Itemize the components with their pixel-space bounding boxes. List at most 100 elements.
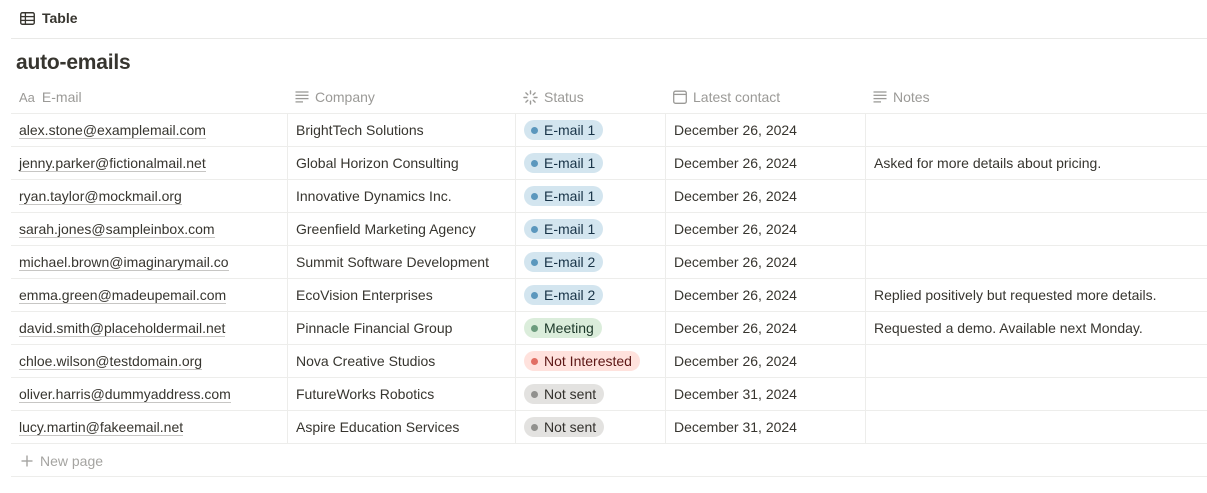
database-title[interactable]: auto-emails [16,51,131,75]
company-cell[interactable]: Greenfield Marketing Agency [287,213,515,245]
email-cell[interactable]: jenny.parker@fictionalmail.net [11,147,287,179]
table-row[interactable]: lucy.martin@fakeemail.net Aspire Educatio… [11,411,1207,444]
new-page-button[interactable]: New page [11,446,1207,477]
email-cell[interactable]: chloe.wilson@testdomain.org [11,345,287,377]
status-label: Not sent [544,419,597,435]
latest-contact-cell[interactable]: December 26, 2024 [665,213,865,245]
status-badge[interactable]: Not sent [524,384,605,404]
email-cell[interactable]: emma.green@madeupemail.com [11,279,287,311]
table-row[interactable]: david.smith@placeholdermail.net Pinnacle … [11,312,1207,345]
table-row[interactable]: jenny.parker@fictionalmail.net Global Hor… [11,147,1207,180]
status-badge[interactable]: Meeting [524,318,602,338]
table-row[interactable]: alex.stone@examplemail.com BrightTech Sol… [11,114,1207,147]
email-link[interactable]: david.smith@placeholdermail.net [19,320,226,337]
latest-contact-cell[interactable]: December 31, 2024 [665,411,865,443]
company-text: EcoVision Enterprises [296,287,433,303]
company-cell[interactable]: Pinnacle Financial Group [287,312,515,344]
company-cell[interactable]: Summit Software Development [287,246,515,278]
latest-contact-cell[interactable]: December 31, 2024 [665,378,865,410]
status-cell[interactable]: Not sent [515,411,665,443]
status-badge[interactable]: E-mail 1 [524,219,604,239]
table-row[interactable]: chloe.wilson@testdomain.org Nova Creative… [11,345,1207,378]
latest-contact-cell[interactable]: December 26, 2024 [665,312,865,344]
text-property-icon [873,91,887,103]
status-badge[interactable]: E-mail 1 [524,153,604,173]
status-cell[interactable]: Meeting [515,312,665,344]
company-cell[interactable]: EcoVision Enterprises [287,279,515,311]
new-page-label: New page [40,453,104,469]
notes-cell[interactable] [865,345,1207,377]
email-link[interactable]: michael.brown@imaginarymail.co [19,254,229,271]
status-cell[interactable]: E-mail 1 [515,147,665,179]
email-cell[interactable]: david.smith@placeholdermail.net [11,312,287,344]
status-cell[interactable]: E-mail 2 [515,279,665,311]
status-cell[interactable]: Not Interested [515,345,665,377]
table-row[interactable]: emma.green@madeupemail.com EcoVision Ente… [11,279,1207,312]
email-link[interactable]: lucy.martin@fakeemail.net [19,419,184,436]
status-badge[interactable]: Not sent [524,417,605,437]
column-header-latest-contact[interactable]: Latest contact [665,81,865,113]
status-cell[interactable]: E-mail 1 [515,213,665,245]
email-cell[interactable]: lucy.martin@fakeemail.net [11,411,287,443]
email-cell[interactable]: ryan.taylor@mockmail.org [11,180,287,212]
status-badge[interactable]: E-mail 2 [524,285,604,305]
notes-cell[interactable] [865,246,1207,278]
status-badge[interactable]: Not Interested [524,351,640,371]
column-header-notes[interactable]: Notes [865,81,1207,113]
notes-cell[interactable] [865,180,1207,212]
notes-cell[interactable] [865,411,1207,443]
latest-contact-cell[interactable]: December 26, 2024 [665,114,865,146]
status-dot-icon [531,126,538,134]
status-cell[interactable]: Not sent [515,378,665,410]
table-row[interactable]: oliver.harris@dummyaddress.com FutureWork… [11,378,1207,411]
latest-contact-cell[interactable]: December 26, 2024 [665,246,865,278]
company-cell[interactable]: Innovative Dynamics Inc. [287,180,515,212]
notes-cell[interactable]: Asked for more details about pricing. [865,147,1207,179]
table-row[interactable]: ryan.taylor@mockmail.org Innovative Dynam… [11,180,1207,213]
table-icon [20,11,35,25]
status-badge[interactable]: E-mail 1 [524,186,604,206]
notes-cell[interactable] [865,114,1207,146]
status-badge[interactable]: E-mail 2 [524,252,604,272]
table-row[interactable]: sarah.jones@sampleinbox.com Greenfield Ma… [11,213,1207,246]
status-badge[interactable]: E-mail 1 [524,120,604,140]
email-cell[interactable]: oliver.harris@dummyaddress.com [11,378,287,410]
email-link[interactable]: emma.green@madeupemail.com [19,287,227,304]
email-cell[interactable]: alex.stone@examplemail.com [11,114,287,146]
email-cell[interactable]: sarah.jones@sampleinbox.com [11,213,287,245]
latest-contact-cell[interactable]: December 26, 2024 [665,147,865,179]
latest-contact-date: December 26, 2024 [674,320,797,336]
email-link[interactable]: chloe.wilson@testdomain.org [19,353,203,370]
status-label: E-mail 1 [544,122,596,138]
email-link[interactable]: alex.stone@examplemail.com [19,122,206,139]
status-cell[interactable]: E-mail 1 [515,114,665,146]
latest-contact-cell[interactable]: December 26, 2024 [665,279,865,311]
company-cell[interactable]: BrightTech Solutions [287,114,515,146]
column-header-company[interactable]: Company [287,81,515,113]
notes-cell[interactable]: Requested a demo. Available next Monday. [865,312,1207,344]
status-cell[interactable]: E-mail 1 [515,180,665,212]
status-label: Not Interested [544,353,632,369]
notes-cell[interactable] [865,213,1207,245]
text-property-icon [295,91,309,103]
notes-cell[interactable]: Replied positively but requested more de… [865,279,1207,311]
table-row[interactable]: michael.brown@imaginarymail.co Summit Sof… [11,246,1207,279]
email-link[interactable]: sarah.jones@sampleinbox.com [19,221,215,238]
company-cell[interactable]: FutureWorks Robotics [287,378,515,410]
email-link[interactable]: jenny.parker@fictionalmail.net [19,155,206,172]
company-cell[interactable]: Aspire Education Services [287,411,515,443]
notes-cell[interactable] [865,378,1207,410]
status-cell[interactable]: E-mail 2 [515,246,665,278]
company-cell[interactable]: Nova Creative Studios [287,345,515,377]
latest-contact-cell[interactable]: December 26, 2024 [665,345,865,377]
latest-contact-cell[interactable]: December 26, 2024 [665,180,865,212]
company-cell[interactable]: Global Horizon Consulting [287,147,515,179]
table-header-row: Aa E-mail Company Status Latest contact [11,81,1207,114]
column-header-status[interactable]: Status [515,81,665,113]
email-link[interactable]: ryan.taylor@mockmail.org [19,188,182,205]
company-text: Innovative Dynamics Inc. [296,188,452,204]
view-tab-table[interactable]: Table [20,9,78,27]
column-header-email[interactable]: Aa E-mail [11,81,287,113]
email-link[interactable]: oliver.harris@dummyaddress.com [19,386,231,403]
email-cell[interactable]: michael.brown@imaginarymail.co [11,246,287,278]
